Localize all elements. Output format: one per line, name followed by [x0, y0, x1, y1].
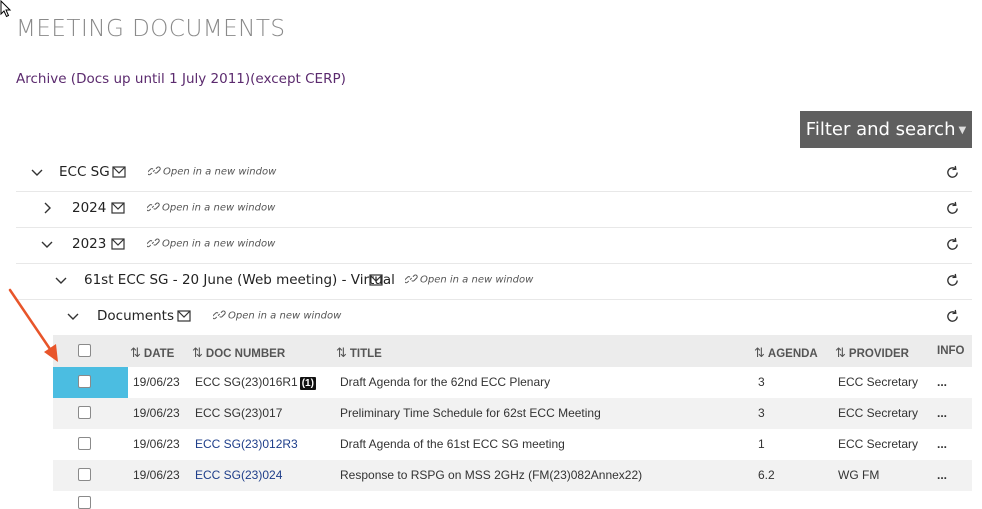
mail-icon[interactable] — [369, 274, 383, 286]
chevron-down-icon[interactable] — [40, 237, 54, 251]
column-header-title[interactable]: ⇅ TITLE — [336, 345, 382, 361]
chevron-right-icon[interactable] — [40, 201, 54, 215]
open-new-window-link[interactable]: Open in a new window — [147, 165, 277, 178]
link-icon — [147, 166, 161, 176]
select-all-checkbox[interactable] — [78, 344, 91, 357]
row-checkbox[interactable] — [78, 375, 91, 388]
column-header-info: INFO — [937, 345, 965, 357]
info-more-button[interactable]: ... — [937, 375, 947, 389]
archive-link[interactable]: Archive (Docs up until 1 July 2011)(exce… — [16, 71, 346, 87]
cell-agenda: 6.2 — [758, 468, 775, 482]
sort-icon: ⇅ — [336, 345, 347, 360]
cell-date: 19/06/23 — [133, 468, 180, 482]
revision-badge: (1) — [299, 377, 316, 390]
cell-date: 19/06/23 — [133, 406, 180, 420]
table-row: 19/06/23 ECC SG(23)024 Response to RSPG … — [53, 460, 972, 491]
row-checkbox[interactable] — [78, 496, 91, 509]
info-more-button[interactable]: ... — [937, 468, 947, 482]
cell-provider: ECC Secretary — [838, 375, 919, 389]
cell-title: Draft Agenda of the 61st ECC SG meeting — [340, 437, 565, 451]
filter-and-search-button[interactable]: Filter and search ▼ — [800, 111, 972, 148]
cell-provider: ECC Secretary — [838, 437, 919, 451]
tree-row-61st-ecc-sg: 61st ECC SG - 20 June (Web meeting) - Vi… — [16, 263, 972, 300]
sort-icon: ⇅ — [192, 345, 203, 360]
caret-down-icon: ▼ — [958, 124, 967, 136]
cell-doc-number[interactable]: ECC SG(23)016R1 (1) — [195, 375, 316, 390]
column-header-provider[interactable]: ⇅ PROVIDER — [835, 345, 909, 361]
open-new-window-link[interactable]: Open in a new window — [212, 309, 342, 322]
cell-doc-number-link[interactable]: ECC SG(23)012R3 — [195, 437, 298, 451]
page-title: MEETING DOCUMENTS — [16, 16, 286, 42]
open-new-window-link[interactable]: Open in a new window — [146, 237, 276, 250]
cell-title: Response to RSPG on MSS 2GHz (FM(23)082A… — [340, 468, 643, 482]
open-new-window-label: Open in a new window — [420, 274, 534, 286]
table-row: 19/06/23 ECC SG(23)017 Preliminary Time … — [53, 398, 972, 429]
link-icon — [404, 274, 418, 284]
refresh-icon[interactable] — [945, 201, 960, 216]
cell-date: 19/06/23 — [133, 437, 180, 451]
open-new-window-link[interactable]: Open in a new window — [404, 273, 534, 286]
sort-icon: ⇅ — [754, 345, 765, 360]
tree-label[interactable]: 61st ECC SG - 20 June (Web meeting) - Vi… — [84, 272, 395, 288]
cell-doc-number-link[interactable]: ECC SG(23)024 — [195, 468, 282, 482]
cell-date: 19/06/23 — [133, 375, 180, 389]
tree-row-documents: Documents Open in a new window — [16, 299, 972, 335]
row-checkbox[interactable] — [78, 406, 91, 419]
tree-label[interactable]: ECC SG — [59, 164, 110, 180]
sort-icon: ⇅ — [130, 345, 141, 360]
row-checkbox[interactable] — [78, 468, 91, 481]
cell-agenda: 3 — [758, 406, 765, 420]
info-more-button[interactable]: ... — [937, 406, 947, 420]
mail-icon[interactable] — [112, 166, 126, 178]
filter-button-label: Filter and search — [805, 119, 956, 140]
tree-row-2024: 2024 Open in a new window — [16, 191, 972, 228]
tree-label[interactable]: 2023 — [72, 236, 106, 252]
tree-label[interactable]: Documents — [97, 308, 174, 324]
row-checkbox[interactable] — [78, 437, 91, 450]
annotation-arrow-icon — [8, 288, 58, 362]
refresh-icon[interactable] — [945, 237, 960, 252]
info-more-button[interactable]: ... — [937, 437, 947, 451]
mail-icon[interactable] — [177, 310, 191, 322]
open-new-window-label: Open in a new window — [228, 310, 342, 322]
mouse-cursor-icon — [0, 0, 12, 18]
column-header-agenda[interactable]: ⇅ AGENDA — [754, 345, 818, 361]
mail-icon[interactable] — [111, 238, 125, 250]
chevron-down-icon[interactable] — [30, 165, 44, 179]
cell-agenda: 3 — [758, 375, 765, 389]
cell-provider: ECC Secretary — [838, 406, 919, 420]
refresh-icon[interactable] — [945, 165, 960, 180]
column-header-date[interactable]: ⇅ DATE — [130, 345, 174, 361]
cell-agenda: 1 — [758, 437, 765, 451]
link-icon — [212, 310, 226, 320]
cell-title: Preliminary Time Schedule for 62st ECC M… — [340, 406, 601, 420]
tree-row-ecc-sg: ECC SG Open in a new window — [16, 155, 972, 192]
column-header-doc-number[interactable]: ⇅ DOC NUMBER — [192, 345, 285, 361]
open-new-window-label: Open in a new window — [162, 238, 276, 250]
link-icon — [146, 202, 160, 212]
refresh-icon[interactable] — [945, 309, 960, 324]
open-new-window-label: Open in a new window — [163, 166, 277, 178]
tree-row-2023: 2023 Open in a new window — [16, 227, 972, 264]
refresh-icon[interactable] — [945, 273, 960, 288]
cell-title: Draft Agenda for the 62nd ECC Plenary — [340, 375, 551, 389]
table-row: 19/06/23 ECC SG(23)016R1 (1) Draft Agenda… — [53, 367, 972, 398]
cell-provider: WG FM — [838, 468, 880, 482]
link-icon — [146, 238, 160, 248]
tree-label[interactable]: 2024 — [72, 200, 106, 216]
documents-table-header: ⇅ DATE ⇅ DOC NUMBER ⇅ TITLE ⇅ AGENDA ⇅ PROVID… — [53, 335, 972, 367]
open-new-window-label: Open in a new window — [162, 202, 276, 214]
mail-icon[interactable] — [111, 202, 125, 214]
sort-icon: ⇅ — [835, 345, 846, 360]
cell-doc-number[interactable]: ECC SG(23)017 — [195, 406, 282, 420]
table-row: 19/06/23 ECC SG(23)012R3 Draft Agenda of… — [53, 429, 972, 460]
open-new-window-link[interactable]: Open in a new window — [146, 201, 276, 214]
